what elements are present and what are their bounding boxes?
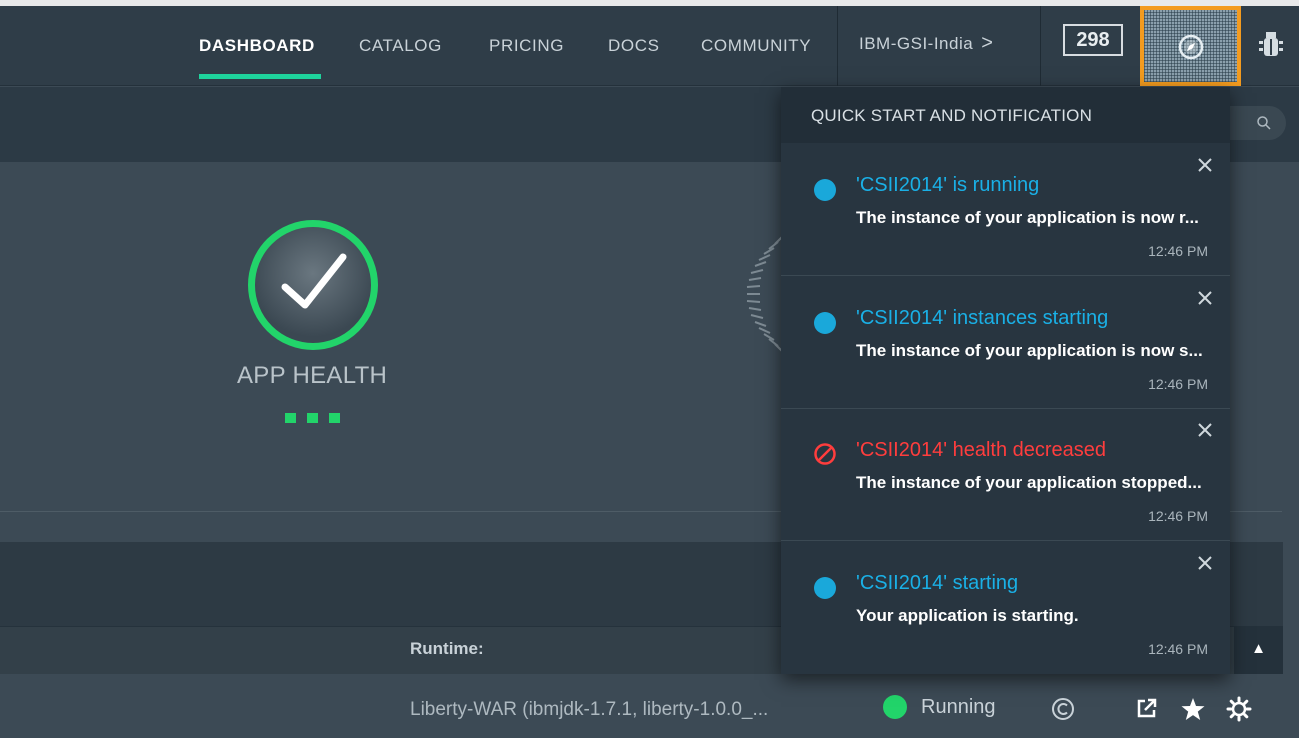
notification-body: The instance of your application is now …	[856, 208, 1199, 227]
star-icon[interactable]	[1180, 696, 1206, 722]
close-icon[interactable]	[1198, 158, 1212, 172]
notification-title: 'CSII2014' health decreased	[856, 439, 1107, 461]
notifications-button[interactable]	[1140, 6, 1241, 86]
org-selector[interactable]: IBM-GSI-India >	[859, 32, 993, 55]
external-link-icon[interactable]	[1135, 696, 1159, 720]
close-icon[interactable]	[1198, 556, 1212, 570]
nav-dashboard[interactable]: DASHBOARD	[199, 36, 315, 56]
usage-count-badge[interactable]: 298	[1063, 24, 1123, 56]
no-entry-icon	[814, 443, 836, 465]
nav-catalog[interactable]: CATALOG	[359, 36, 442, 56]
collapse-button[interactable]: ▲	[1234, 626, 1283, 674]
info-dot-icon	[814, 577, 836, 599]
notification-item[interactable]: 'CSII2014' is running The instance of yo…	[781, 144, 1230, 276]
checkmark-icon	[281, 253, 347, 309]
notification-item[interactable]: 'CSII2014' health decreased The instance…	[781, 409, 1230, 541]
org-name: IBM-GSI-India	[859, 34, 974, 53]
notification-panel-header: QUICK START AND NOTIFICATION	[781, 87, 1230, 143]
copyright-icon[interactable]	[1050, 696, 1076, 722]
notifications-button-bg	[1144, 10, 1237, 82]
notification-title: 'CSII2014' is running	[856, 174, 1040, 196]
notification-body: Your application is starting.	[856, 606, 1079, 625]
chevron-up-icon: ▲	[1251, 640, 1266, 657]
nav-community[interactable]: COMMUNITY	[701, 36, 811, 56]
notification-time: 12:46 PM	[1148, 376, 1208, 392]
notification-title: 'CSII2014' instances starting	[856, 307, 1109, 329]
notification-item[interactable]: 'CSII2014' starting Your application is …	[781, 542, 1230, 674]
app-health-indicator	[248, 220, 378, 350]
runtime-value: Liberty-WAR (ibmjdk-1.7.1, liberty-1.0.0…	[410, 699, 769, 720]
runtime-label: Runtime:	[410, 639, 484, 658]
nav-pricing[interactable]: PRICING	[489, 36, 564, 56]
notification-body: The instance of your application stopped…	[856, 473, 1202, 492]
search-icon	[1257, 116, 1271, 130]
notification-title: 'CSII2014' starting	[856, 572, 1019, 594]
info-dot-icon	[814, 312, 836, 334]
app-health-label: APP HEALTH	[237, 362, 388, 389]
status-text: Running	[921, 696, 996, 718]
gear-icon[interactable]	[1226, 696, 1252, 722]
notification-panel: QUICK START AND NOTIFICATION 'CSII2014' …	[781, 87, 1230, 674]
loading-dots	[285, 410, 351, 428]
instances-gauge	[746, 235, 784, 353]
bug-icon[interactable]	[1258, 30, 1284, 60]
notification-item[interactable]: 'CSII2014' instances starting The instan…	[781, 277, 1230, 409]
notification-time: 12:46 PM	[1148, 641, 1208, 657]
compass-icon	[1178, 34, 1204, 60]
nav-separator	[1040, 6, 1041, 86]
chevron-right-icon: >	[981, 32, 994, 54]
info-dot-icon	[814, 179, 836, 201]
notification-panel-title: QUICK START AND NOTIFICATION	[811, 106, 1093, 125]
notification-time: 12:46 PM	[1148, 243, 1208, 259]
nav-separator	[837, 6, 838, 86]
notification-time: 12:46 PM	[1148, 508, 1208, 524]
nav-active-underline	[199, 74, 321, 79]
notification-body: The instance of your application is now …	[856, 341, 1203, 360]
close-icon[interactable]	[1198, 291, 1212, 305]
close-icon[interactable]	[1198, 423, 1212, 437]
nav-docs[interactable]: DOCS	[608, 36, 660, 56]
status-dot	[883, 695, 907, 719]
